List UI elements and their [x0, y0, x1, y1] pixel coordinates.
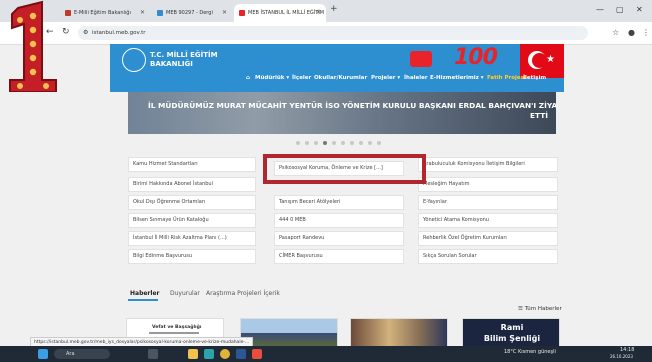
cumhuriyet-logo-icon [410, 51, 432, 67]
news-banner[interactable]: İL MÜDÜRÜMÜZ MURAT MÜCAHİT YENTÜR İSO YÖ… [128, 92, 556, 134]
slider-dot[interactable] [359, 141, 363, 145]
card-title-line2: Bilim Şenliği [483, 334, 541, 343]
favicon-icon [157, 10, 163, 16]
slider-dot[interactable] [368, 141, 372, 145]
close-window-icon[interactable]: ✕ [636, 5, 643, 14]
edge-icon[interactable] [204, 349, 214, 359]
slider-dot[interactable] [377, 141, 381, 145]
card-title-line1: Rami [500, 323, 524, 332]
link-arabuluculuk[interactable]: Arabuluculuk Komisyonu İletişim Bilgiler… [418, 157, 558, 172]
link-meslegim[interactable]: Mesleğim Hayatım [418, 177, 558, 192]
slider-dot[interactable] [350, 141, 354, 145]
banner-title-line2[interactable]: ETTİ [530, 111, 548, 120]
link-bilsen[interactable]: Bilsen Sınmaye Ürün Kataloğu [128, 213, 256, 228]
url-input[interactable]: ⚙ istanbul.meb.gov.tr [78, 26, 588, 40]
tab-arastirma[interactable]: Araştırma Projeleri İçerik [206, 290, 280, 297]
main-menu: ⌂ Müdürlük ▾ İlçeler Okullar/Kurumlar Pr… [110, 71, 564, 89]
banner-title-line1[interactable]: İL MÜDÜRÜMÜZ MURAT MÜCAHİT YENTÜR İSO YÖ… [148, 101, 556, 110]
highlight-box [263, 154, 426, 184]
org-name-line2[interactable]: BAKANLIĞI [150, 60, 193, 68]
app-icon[interactable] [252, 349, 262, 359]
url-text: istanbul.meb.gov.tr [92, 30, 146, 36]
browser-tab-dergi[interactable]: MEB 90297 - Dergi ✕ [152, 4, 232, 22]
close-icon[interactable]: ✕ [140, 4, 145, 22]
windows-taskbar: Ara 18°C Kısmen güneşli 14:18 26.10.2023 [0, 346, 652, 362]
slider-dot[interactable] [314, 141, 318, 145]
close-icon[interactable]: ✕ [222, 4, 227, 22]
link-e-yayinlar[interactable]: E-Yayınlar [418, 195, 558, 210]
link-pasaport[interactable]: Pasaport Randevu [274, 231, 404, 246]
slider-dot[interactable] [341, 141, 345, 145]
tab-haberler[interactable]: Haberler [130, 290, 159, 297]
menu-item-mudurluk[interactable]: Müdürlük ▾ [255, 75, 289, 81]
link-yonetici-atama[interactable]: Yönetici Atama Komisyonu [418, 213, 558, 228]
start-icon[interactable] [38, 349, 48, 359]
org-name-line1[interactable]: T.C. MİLLÎ EĞİTİM [150, 51, 218, 59]
link-kamu-hizmet[interactable]: Kamu Hizmet Standartları [128, 157, 256, 172]
file-explorer-icon[interactable] [188, 349, 198, 359]
menu-item-projeler[interactable]: Projeler ▾ [371, 75, 400, 81]
chrome-icon[interactable] [220, 349, 230, 359]
word-icon[interactable] [236, 349, 246, 359]
slider-dot[interactable] [323, 141, 327, 145]
meb-crest-icon[interactable] [122, 48, 146, 72]
menu-item-ilceler[interactable]: İlçeler [292, 75, 311, 81]
plus-icon[interactable]: + [330, 4, 338, 14]
link-bilgi-edinme[interactable]: Bilgi Edinme Başvurusu [128, 249, 256, 264]
favicon-icon [239, 10, 245, 16]
link-okul-disi[interactable]: Okul Dışı Öğrenme Ortamları [128, 195, 256, 210]
close-icon[interactable]: ✕ [316, 4, 321, 22]
menu-item-ehizmet[interactable]: E-Hizmetlerimiz ▾ [430, 75, 484, 81]
tab-duyurular[interactable]: Duyurular [170, 290, 200, 297]
browser-tab-bar: E-Milli Eğitim Bakanlığı ✕ MEB 90297 - D… [0, 0, 652, 22]
favicon-icon [65, 10, 71, 16]
slider-dot[interactable] [305, 141, 309, 145]
card-title: Vefat ve Başsağlığı [152, 325, 202, 330]
all-news-link[interactable]: ☰ Tüm Haberler [518, 306, 562, 312]
news-card[interactable]: Rami Bilim Şenliği [462, 318, 560, 348]
list-icon: ☰ [518, 306, 523, 312]
slider-dot[interactable] [332, 141, 336, 145]
search-placeholder: Ara [66, 351, 75, 357]
slider-dot[interactable] [296, 141, 300, 145]
reload-icon[interactable]: ↻ [62, 27, 70, 37]
link-birimi[interactable]: Birimi Hakkında Abonel İstanbul [128, 177, 256, 192]
home-icon[interactable]: ⌂ [246, 75, 250, 81]
menu-item-okullar[interactable]: Okullar/Kurumlar [314, 75, 367, 81]
link-risk-azaltma[interactable]: İstanbul İl Milli Risk Azaltma Planı (..… [128, 231, 256, 246]
clock-date[interactable]: 26.10.2023 [610, 354, 633, 359]
star-icon[interactable]: ☆ [612, 28, 619, 37]
site-info-icon[interactable]: ⚙ [83, 26, 88, 40]
tab-label: MEB İSTANBUL İL MİLLİ EĞİTİM [248, 10, 325, 16]
browser-tab-emeb[interactable]: E-Milli Eğitim Bakanlığı ✕ [60, 4, 150, 22]
task-view-icon[interactable] [148, 349, 158, 359]
link-tanisim[interactable]: Tanışım Beceri Atölyeleri [274, 195, 404, 210]
link-sss[interactable]: Sıkça Sorulan Sorular [418, 249, 558, 264]
centennial-logo: 100 [454, 45, 498, 70]
menu-icon[interactable]: ⋮ [642, 28, 650, 37]
link-cimer[interactable]: CİMER Başvurusu [274, 249, 404, 264]
step-number-badge [9, 0, 57, 92]
maximize-icon[interactable]: ▢ [616, 5, 624, 14]
address-bar-row: ← ↻ ⚙ istanbul.meb.gov.tr ☆ ● ⋮ [0, 22, 652, 45]
tab-label: E-Milli Eğitim Bakanlığı [74, 10, 131, 16]
screen: E-Milli Eğitim Bakanlığı ✕ MEB 90297 - D… [0, 0, 652, 362]
weather-status[interactable]: 18°C Kısmen güneşli [504, 349, 556, 355]
minimize-icon[interactable]: — [596, 5, 604, 14]
active-tab-underline [128, 299, 158, 301]
tab-label: MEB 90297 - Dergi [166, 10, 213, 16]
menu-item-fatih[interactable]: Fatih Projesi [487, 75, 526, 81]
link-rehberlik[interactable]: Rehberlik Özel Öğretim Kurumları [418, 231, 558, 246]
news-card[interactable] [350, 318, 448, 348]
link-444-meb[interactable]: 444 0 MEB [274, 213, 404, 228]
clock-time[interactable]: 14:18 [620, 347, 634, 353]
menu-item-ihaleler[interactable]: İhaleler [404, 75, 428, 81]
news-card[interactable] [240, 318, 338, 348]
taskbar-search[interactable]: Ara [54, 349, 110, 359]
browser-tab-meb-istanbul[interactable]: MEB İSTANBUL İL MİLLİ EĞİTİM ✕ [234, 4, 326, 22]
menu-item-iletisim[interactable]: İletişim [523, 75, 546, 81]
profile-icon[interactable]: ● [628, 28, 635, 37]
